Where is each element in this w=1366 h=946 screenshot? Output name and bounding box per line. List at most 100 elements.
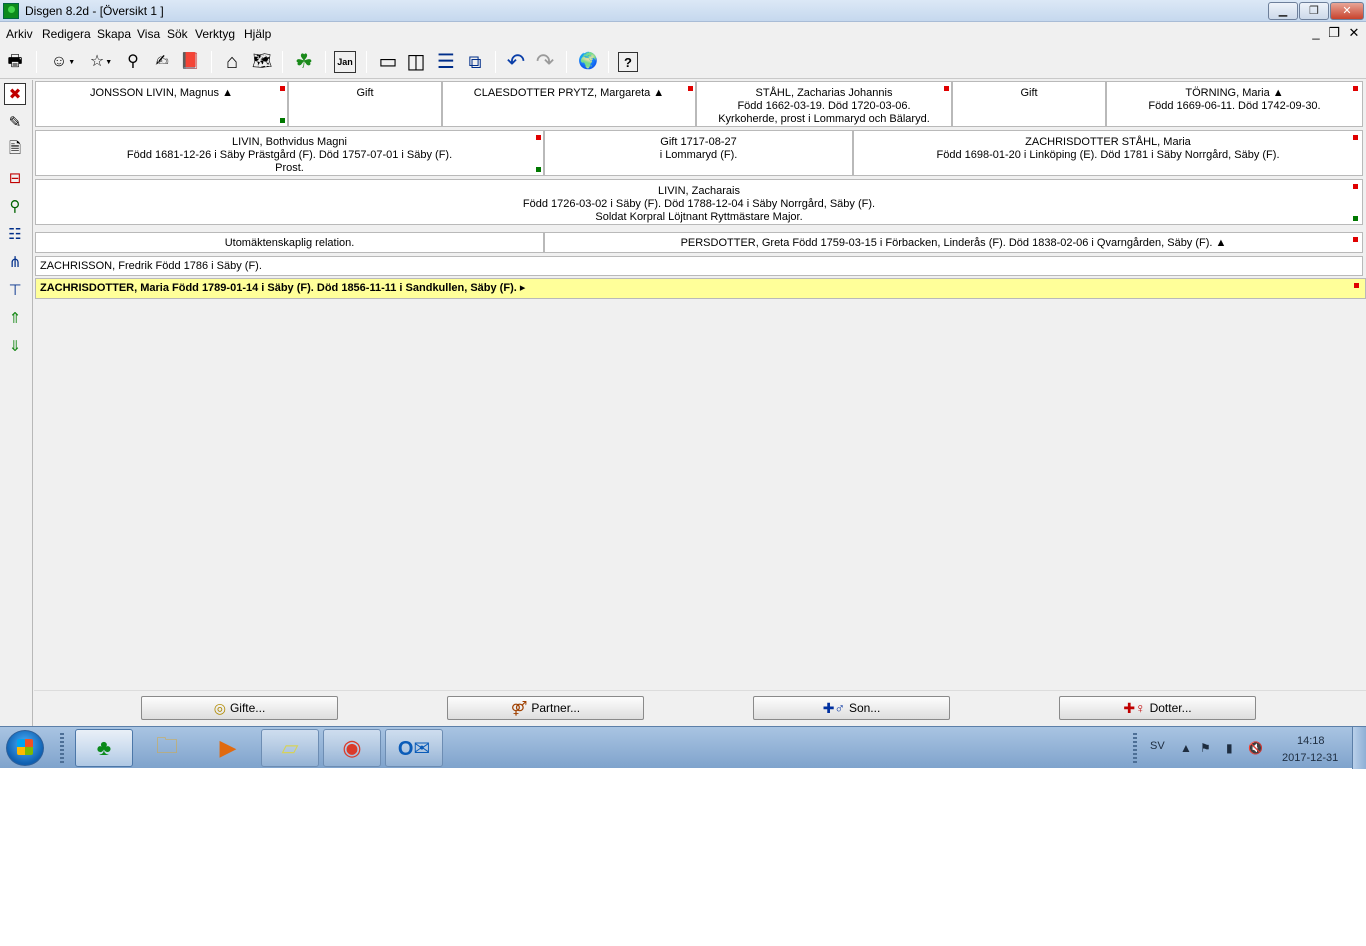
minimize-button[interactable]: ▁ <box>1268 2 1298 20</box>
relation-card[interactable]: Utomäktenskaplig relation. <box>35 232 544 253</box>
red-marker <box>1353 135 1358 140</box>
task-disgen[interactable]: ♣ <box>75 729 133 767</box>
menu-visa[interactable]: Visa <box>137 27 160 41</box>
calendar-icon[interactable]: Jan <box>334 51 356 73</box>
toolbar-separator <box>211 51 212 73</box>
maximize-button[interactable]: ❐ <box>1299 2 1329 20</box>
dropdown-arrow-icon: ▼ <box>105 58 113 66</box>
green-map-icon[interactable]: ☘ <box>292 50 316 74</box>
list-view-icon[interactable]: ☷ <box>4 223 26 245</box>
parents-marriage-card[interactable]: Gift 1717-08-27 i Lommaryd (F). <box>544 130 853 176</box>
home-icon[interactable]: ⌂ <box>220 50 244 74</box>
toolbar-separator <box>325 51 326 73</box>
ancestor-tree-icon[interactable]: ⋔ <box>4 251 26 273</box>
cascade-windows-icon[interactable]: ⧉ <box>463 50 487 74</box>
mother-card[interactable]: ZACHRISDOTTER STÅHL, Maria Född 1698-01-… <box>853 130 1363 176</box>
menu-redigera[interactable]: Redigera <box>42 27 91 41</box>
print-icon[interactable]: 🖶 <box>3 50 27 74</box>
marriage-place: i Lommaryd (F). <box>659 149 738 161</box>
marriage-card-maternal[interactable]: Gift <box>952 81 1106 127</box>
red-marker <box>536 135 541 140</box>
task-explorer[interactable]: 🗀 <box>138 729 196 767</box>
partner-button[interactable]: ⚤ Partner... <box>447 696 644 720</box>
child-row[interactable]: ZACHRISSON, Fredrik Född 1786 i Säby (F)… <box>35 256 1363 276</box>
menu-arkiv[interactable]: Arkiv <box>6 27 33 41</box>
star-person-button[interactable]: ☆ ▼ <box>83 50 119 74</box>
toolbar-separator <box>495 51 496 73</box>
task-media-player[interactable]: ▶ <box>199 729 257 767</box>
edit-document-icon[interactable]: ✎ <box>4 111 26 133</box>
toolbar-separator <box>282 51 283 73</box>
person-name: TÖRNING, Maria ▲ <box>1185 87 1284 99</box>
descendant-tree-icon[interactable]: ⊤ <box>4 279 26 301</box>
grandfather-paternal-card[interactable]: JONSSON LIVIN, Magnus ▲ <box>35 81 288 127</box>
red-marker <box>1354 283 1359 288</box>
action-center-flag-icon[interactable]: ⚑ <box>1200 741 1211 755</box>
redo-icon[interactable]: ↷ <box>533 50 557 74</box>
tray-grip[interactable] <box>1133 733 1137 763</box>
language-indicator[interactable]: SV <box>1150 740 1165 752</box>
mdi-close-button[interactable]: ✕ <box>1346 25 1362 41</box>
green-marker <box>536 167 541 172</box>
marriage-card-paternal[interactable]: Gift <box>288 81 442 127</box>
binoculars-icon[interactable]: ⚲ <box>121 50 145 74</box>
grandmother-maternal-card[interactable]: TÖRNING, Maria ▲ Född 1669-06-11. Död 17… <box>1106 81 1363 127</box>
descendants-chart-icon[interactable]: ⊟ <box>4 167 26 189</box>
person-dates: Född 1681-12-26 i Säby Prästgård (F). Dö… <box>126 149 453 161</box>
father-card[interactable]: LIVIN, Bothvidus Magni Född 1681-12-26 i… <box>35 130 544 176</box>
partner-card[interactable]: PERSDOTTER, Greta Född 1759-03-15 i Förb… <box>544 232 1363 253</box>
search-down-icon[interactable]: ⇓ <box>4 335 26 357</box>
book-icon[interactable]: 📕 <box>178 50 202 74</box>
gifte-button[interactable]: ◎ Gifte... <box>141 696 338 720</box>
battery-icon[interactable]: ▮ <box>1226 741 1233 755</box>
map-book-icon[interactable]: 🗺 <box>250 50 274 74</box>
person-dates: Född 1698-01-20 i Linköping (E). Död 178… <box>936 149 1280 161</box>
toolbar-separator <box>36 51 37 73</box>
grandfather-maternal-card[interactable]: STÅHL, Zacharias Johannis Född 1662-03-1… <box>696 81 952 127</box>
globe-icon[interactable]: 🌍 <box>576 50 600 74</box>
task-chrome[interactable]: ◉ <box>323 729 381 767</box>
person-face-icon: ☺ <box>50 53 68 70</box>
app-tree-icon[interactable] <box>3 3 19 19</box>
selected-child-row[interactable]: ZACHRISDOTTER, Maria Född 1789-01-14 i S… <box>35 278 1366 299</box>
start-button[interactable] <box>6 730 44 766</box>
split-horizontal-icon[interactable]: ☰ <box>434 50 458 74</box>
son-button[interactable]: ✚♂ Son... <box>753 696 950 720</box>
clock-date[interactable]: 2017-12-31 <box>1282 752 1338 764</box>
mdi-minimize-button[interactable]: _ <box>1308 25 1324 41</box>
hand-notes-icon[interactable]: ✍ <box>150 50 174 74</box>
single-window-icon[interactable]: ▭ <box>376 50 400 74</box>
dotter-button[interactable]: ✚♀ Dotter... <box>1059 696 1256 720</box>
taskbar-grip[interactable] <box>60 733 64 763</box>
search-up-icon[interactable]: ⇑ <box>4 307 26 329</box>
delete-x-icon[interactable]: ✖ <box>4 83 26 105</box>
person-face-button[interactable]: ☺ ▼ <box>45 50 81 74</box>
undo-icon[interactable]: ↶ <box>504 50 528 74</box>
menu-sok[interactable]: Sök <box>167 27 188 41</box>
help-icon[interactable]: ? <box>618 52 638 72</box>
show-desktop-button[interactable] <box>1352 727 1366 769</box>
task-sticky-notes[interactable]: ▱ <box>261 729 319 767</box>
windows-logo-icon <box>17 739 33 755</box>
person-occupation: Prost. <box>275 162 304 174</box>
volume-muted-icon[interactable]: 🔇 <box>1248 741 1263 755</box>
star-person-icon: ☆ <box>89 53 105 70</box>
action-button-bar: ◎ Gifte... ⚤ Partner... ✚♂ Son... ✚♀ Dot… <box>34 690 1366 724</box>
green-marker <box>280 118 285 123</box>
menu-verktyg[interactable]: Verktyg <box>195 27 235 41</box>
split-vertical-icon[interactable]: ◫ <box>404 50 428 74</box>
menu-hjalp[interactable]: Hjälp <box>244 27 271 41</box>
clock-time[interactable]: 14:18 <box>1297 735 1325 747</box>
family-search-icon[interactable]: ⚲ <box>4 195 26 217</box>
grandmother-paternal-card[interactable]: CLAESDOTTER PRYTZ, Margareta ▲ <box>442 81 696 127</box>
mdi-restore-button[interactable]: ❐ <box>1326 25 1342 41</box>
task-outlook[interactable]: O✉ <box>385 729 443 767</box>
person-name: LIVIN, Bothvidus Magni <box>232 136 347 148</box>
menu-skapa[interactable]: Skapa <box>97 27 131 41</box>
show-hidden-icons-icon[interactable]: ▲ <box>1180 741 1192 755</box>
document-icon[interactable]: 🗎 <box>4 139 26 161</box>
title-bar[interactable]: Disgen 8.2d - [Översikt 1 ] ▁ ❐ ✕ <box>0 0 1366 22</box>
close-button[interactable]: ✕ <box>1330 2 1364 20</box>
main-person-card[interactable]: LIVIN, Zacharais Född 1726-03-02 i Säby … <box>35 179 1363 225</box>
person-name: JONSSON LIVIN, Magnus ▲ <box>90 87 233 99</box>
